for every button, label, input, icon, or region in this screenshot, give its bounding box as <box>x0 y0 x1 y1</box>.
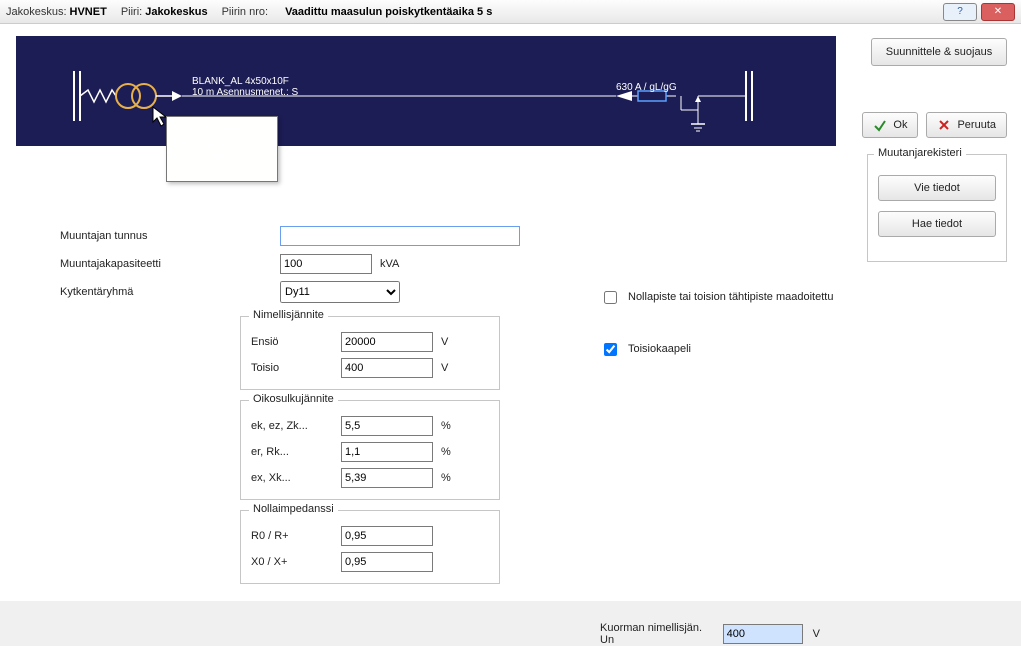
nollapiste-checkbox-row: Nollapiste tai toision tähtipiste maadoi… <box>600 284 940 310</box>
diagram-fuse-label: 630 A / gL/gG <box>616 82 677 93</box>
kytkenta-label: Kytkentäryhmä <box>60 286 280 298</box>
tunnus-label: Muuntajan tunnus <box>60 230 280 242</box>
toisiokaapeli-checkbox[interactable] <box>604 343 617 356</box>
toisiokaapeli-checkbox-row: Toisiokaapeli <box>600 336 940 362</box>
kuorma-input[interactable] <box>723 624 803 644</box>
ex-label: ex, Xk... <box>251 472 341 484</box>
form-panel: Muuntajan tunnus Muuntajakapasiteetti kV… <box>0 152 1021 601</box>
titlebar-piirinro: Piirin nro: <box>222 6 268 18</box>
er-input[interactable] <box>341 442 433 462</box>
diagram-cable-label: BLANK_AL 4x50x10F 10 m Asennusmenet.: S <box>192 76 298 98</box>
nollapiste-checkbox[interactable] <box>604 291 617 304</box>
design-protection-button[interactable]: Suunnittele & suojaus <box>871 38 1007 66</box>
ensio-input[interactable] <box>341 332 433 352</box>
titlebar-piiri: Piiri:Jakokeskus <box>121 6 208 18</box>
ok-button[interactable]: Ok <box>862 112 918 138</box>
titlebar-vaadittu: Vaadittu maasulun poiskytkentäaika 5 s <box>285 6 492 18</box>
oikosulku-legend: Oikosulkujännite <box>249 393 338 405</box>
oikosulku-group: Oikosulkujännite ek, ez, Zk... % er, Rk.… <box>240 400 500 500</box>
tunnus-input[interactable] <box>280 226 520 246</box>
titlebar: Jakokeskus:HVNET Piiri:Jakokeskus Piirin… <box>0 0 1021 24</box>
titlebar-jakokeskus: Jakokeskus:HVNET <box>6 6 107 18</box>
toisio-label: Toisio <box>251 362 341 374</box>
er-label: er, Rk... <box>251 446 341 458</box>
ek-label: ek, ez, Zk... <box>251 420 341 432</box>
nollapiste-label: Nollapiste tai toision tähtipiste maadoi… <box>628 291 833 303</box>
toisio-unit: V <box>441 362 448 374</box>
kapasiteetti-input[interactable] <box>280 254 372 274</box>
window-close-button[interactable]: ✕ <box>981 3 1015 21</box>
kytkenta-select[interactable]: Dy11 <box>280 281 400 303</box>
kuorma-unit: V <box>813 628 820 640</box>
ex-input[interactable] <box>341 468 433 488</box>
nollaimp-legend: Nollaimpedanssi <box>249 503 338 515</box>
nimellisjannite-legend: Nimellisjännite <box>249 309 328 321</box>
help-button[interactable]: ? <box>943 3 977 21</box>
single-line-diagram[interactable]: BLANK_AL 4x50x10F 10 m Asennusmenet.: S … <box>16 36 836 146</box>
kapasiteetti-label: Muuntajakapasiteetti <box>60 258 280 270</box>
ensio-label: Ensiö <box>251 336 341 348</box>
ex-unit: % <box>441 472 451 484</box>
ek-input[interactable] <box>341 416 433 436</box>
ensio-unit: V <box>441 336 448 348</box>
r0-label: R0 / R+ <box>251 530 341 542</box>
x0-label: X0 / X+ <box>251 556 341 568</box>
content: BLANK_AL 4x50x10F 10 m Asennusmenet.: S … <box>0 24 1021 601</box>
nimellisjannite-group: Nimellisjännite Ensiö V Toisio V <box>240 316 500 390</box>
nollaimp-group: Nollaimpedanssi R0 / R+ X0 / X+ <box>240 510 500 584</box>
er-unit: % <box>441 446 451 458</box>
close-icon <box>937 118 951 132</box>
check-icon <box>873 118 887 132</box>
toisio-input[interactable] <box>341 358 433 378</box>
r0-input[interactable] <box>341 526 433 546</box>
kuorma-label: Kuorman nimellisjän. Un <box>600 622 713 646</box>
kapasiteetti-unit: kVA <box>380 258 410 270</box>
kuorma-row: Kuorman nimellisjän. Un V <box>600 622 820 646</box>
x0-input[interactable] <box>341 552 433 572</box>
cancel-button[interactable]: Peruuta <box>926 112 1007 138</box>
ek-unit: % <box>441 420 451 432</box>
toisiokaapeli-label: Toisiokaapeli <box>628 343 691 355</box>
